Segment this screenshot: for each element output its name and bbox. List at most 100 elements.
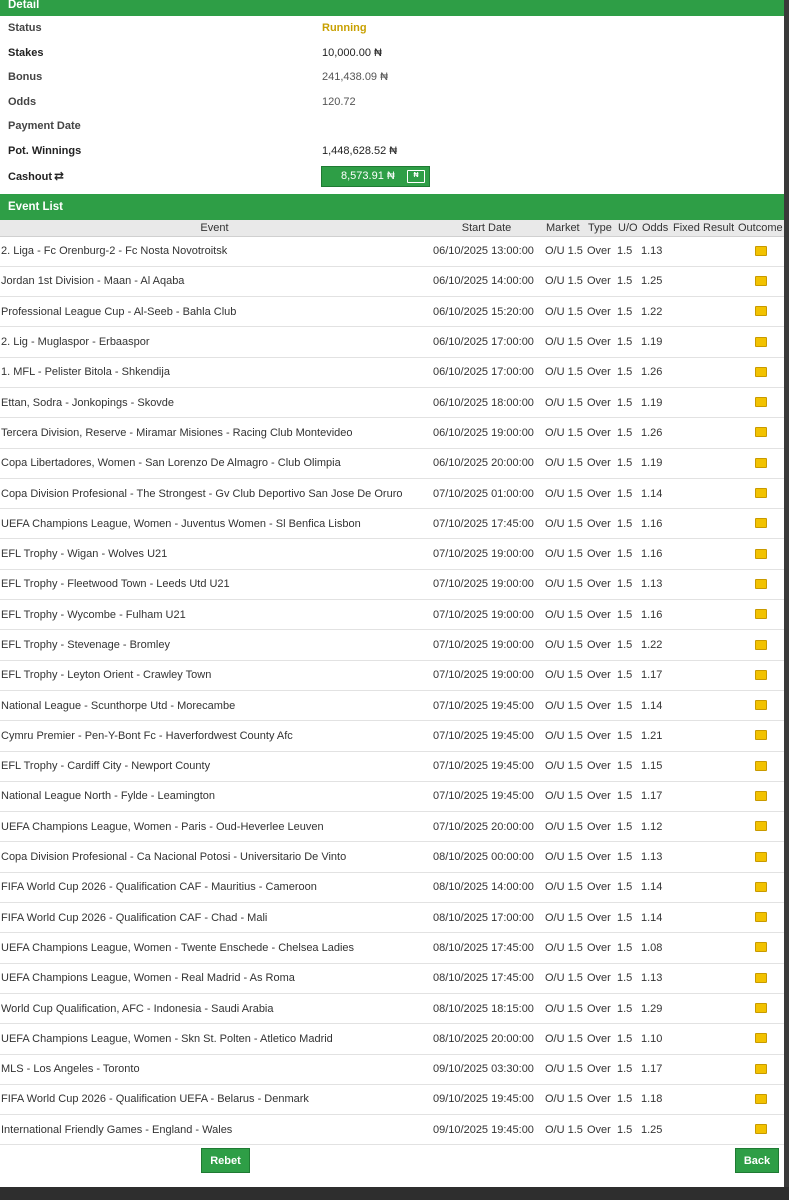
event-type: Over [586, 1023, 616, 1055]
pending-outcome-icon[interactable] [754, 306, 767, 317]
pending-outcome-icon[interactable] [754, 851, 767, 862]
event-row: UEFA Champions League, Women - Paris - O… [0, 811, 784, 843]
event-market: O/U 1.5 [544, 266, 586, 298]
pending-outcome-icon[interactable] [754, 457, 767, 468]
event-outcome [736, 1114, 784, 1146]
event-uo: 1.5 [616, 841, 640, 873]
pending-outcome-icon[interactable] [754, 1003, 767, 1014]
event-odds: 1.18 [640, 1084, 671, 1116]
pending-outcome-icon[interactable] [754, 275, 767, 286]
event-name: EFL Trophy - Wycombe - Fulham U21 [0, 599, 427, 631]
event-name: FIFA World Cup 2026 - Qualification CAF … [0, 902, 427, 934]
pending-outcome-icon[interactable] [754, 760, 767, 771]
event-outcome [736, 569, 784, 601]
payment-date-label: Payment Date [8, 120, 81, 132]
column-header-market: Market [544, 220, 586, 237]
event-type: Over [586, 993, 616, 1025]
event-uo: 1.5 [616, 932, 640, 964]
pending-outcome-icon[interactable] [754, 912, 767, 923]
pending-outcome-icon[interactable] [754, 609, 767, 620]
event-fixed [671, 690, 701, 722]
pending-outcome-icon[interactable] [754, 1093, 767, 1104]
pending-outcome-icon[interactable] [754, 397, 767, 408]
event-start-date: 07/10/2025 19:00:00 [427, 629, 544, 661]
pending-outcome-icon[interactable] [754, 427, 767, 438]
pending-outcome-icon[interactable] [754, 700, 767, 711]
event-name: Professional League Cup - Al-Seeb - Bahl… [0, 296, 427, 328]
event-fixed [671, 841, 701, 873]
event-name: UEFA Champions League, Women - Real Madr… [0, 963, 427, 994]
event-market: O/U 1.5 [544, 751, 586, 782]
event-market: O/U 1.5 [544, 538, 586, 570]
event-type: Over [586, 751, 616, 782]
pending-outcome-icon[interactable] [754, 518, 767, 529]
pending-outcome-icon[interactable] [754, 245, 767, 256]
pending-outcome-icon[interactable] [754, 488, 767, 499]
pending-outcome-icon[interactable] [754, 366, 767, 377]
event-outcome [736, 932, 784, 964]
event-start-date: 07/10/2025 19:00:00 [427, 599, 544, 631]
pending-outcome-icon[interactable] [754, 1063, 767, 1074]
event-odds: 1.13 [640, 569, 671, 601]
event-table-body: 2. Liga - Fc Orenburg-2 - Fc Nosta Novot… [0, 236, 784, 1146]
pending-outcome-icon[interactable] [754, 578, 767, 589]
event-uo: 1.5 [616, 266, 640, 298]
pending-outcome-icon[interactable] [754, 1124, 767, 1135]
pending-outcome-icon[interactable] [754, 669, 767, 680]
event-table: Event Start Date Market Type U/O Odds Fi… [0, 220, 784, 1146]
event-row: MLS - Los Angeles - Toronto 09/10/2025 03… [0, 1054, 784, 1085]
pending-outcome-icon[interactable] [754, 336, 767, 347]
event-row: Cymru Premier - Pen-Y-Bont Fc - Haverfor… [0, 720, 784, 752]
event-name: National League North - Fylde - Leamingt… [0, 781, 427, 813]
event-outcome [736, 690, 784, 722]
event-uo: 1.5 [616, 417, 640, 449]
pending-outcome-icon[interactable] [754, 790, 767, 801]
event-row: Ettan, Sodra - Jonkopings - Skovde 06/10/… [0, 387, 784, 419]
event-fixed [671, 236, 701, 267]
event-start-date: 08/10/2025 00:00:00 [427, 841, 544, 873]
event-outcome [736, 1084, 784, 1116]
event-row: World Cup Qualification, AFC - Indonesia… [0, 993, 784, 1025]
rebet-button[interactable]: Rebet [201, 1148, 250, 1174]
pending-outcome-icon[interactable] [754, 942, 767, 953]
event-type: Over [586, 811, 616, 843]
event-outcome [736, 660, 784, 691]
event-odds: 1.19 [640, 326, 671, 358]
cashout-button[interactable]: 8,573.91 ₦ ₦ [321, 166, 430, 187]
pending-outcome-icon[interactable] [754, 548, 767, 559]
event-uo: 1.5 [616, 660, 640, 691]
event-odds: 1.21 [640, 720, 671, 752]
pending-outcome-icon[interactable] [754, 821, 767, 832]
event-result [701, 538, 736, 570]
event-type: Over [586, 326, 616, 358]
event-result [701, 569, 736, 601]
event-uo: 1.5 [616, 508, 640, 540]
pending-outcome-icon[interactable] [754, 1033, 767, 1044]
event-outcome [736, 387, 784, 419]
pending-outcome-icon[interactable] [754, 730, 767, 741]
event-outcome [736, 629, 784, 661]
event-row: EFL Trophy - Wycombe - Fulham U21 07/10/2… [0, 599, 784, 631]
refresh-icon[interactable]: ⇄ [54, 169, 64, 183]
event-outcome [736, 841, 784, 873]
column-header-outcome: Outcome [736, 220, 784, 237]
pending-outcome-icon[interactable] [754, 972, 767, 983]
event-result [701, 236, 736, 267]
event-uo: 1.5 [616, 1084, 640, 1116]
event-uo: 1.5 [616, 569, 640, 601]
pending-outcome-icon[interactable] [754, 881, 767, 892]
pending-outcome-icon[interactable] [754, 639, 767, 650]
event-start-date: 07/10/2025 19:00:00 [427, 538, 544, 570]
event-outcome [736, 508, 784, 540]
event-outcome [736, 417, 784, 449]
event-name: Ettan, Sodra - Jonkopings - Skovde [0, 387, 427, 419]
event-uo: 1.5 [616, 963, 640, 994]
event-row: EFL Trophy - Leyton Orient - Crawley Tow… [0, 660, 784, 691]
back-button[interactable]: Back [735, 1148, 779, 1174]
event-odds: 1.22 [640, 296, 671, 328]
event-market: O/U 1.5 [544, 720, 586, 752]
event-market: O/U 1.5 [544, 599, 586, 631]
event-fixed [671, 1054, 701, 1085]
event-name: 2. Liga - Fc Orenburg-2 - Fc Nosta Novot… [0, 236, 427, 267]
event-name: EFL Trophy - Wigan - Wolves U21 [0, 538, 427, 570]
